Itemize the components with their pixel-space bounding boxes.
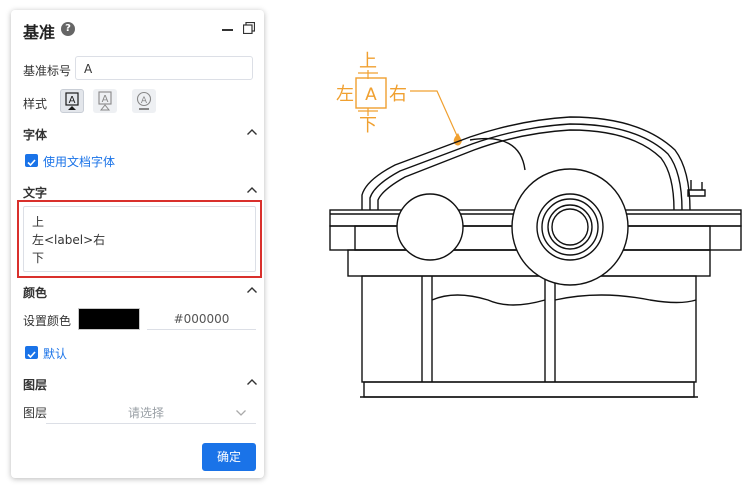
style-label: 样式 [23, 97, 48, 111]
annotation-right-text: 右 [389, 84, 407, 105]
text-line-bottom: 下 [32, 251, 45, 265]
use-doc-font-label[interactable]: 使用文档字体 [43, 153, 115, 170]
color-hex-input[interactable]: #000000 [147, 308, 256, 330]
svg-text:A: A [141, 96, 148, 106]
text-section-title: 文字 [23, 186, 48, 200]
datum-panel: 基准 ? 基准标号 A 样式 A A A 字体 使用文档字体 文字 上 左<la… [11, 10, 264, 478]
datum-boxed-icon: A [65, 92, 79, 110]
datum-circle-icon: A [136, 91, 152, 110]
annotation-top-text: 上 [359, 51, 377, 72]
datum-label: 基准标号 [23, 64, 72, 78]
default-color-checkbox[interactable] [25, 346, 38, 359]
svg-text:A: A [69, 95, 76, 106]
help-icon[interactable]: ? [61, 22, 75, 36]
annotation-label-text: A [365, 85, 377, 105]
style-circle-button[interactable]: A [132, 89, 156, 113]
text-line-top: 上 [32, 215, 45, 229]
text-area[interactable]: 上 左<label>右 下 [23, 206, 256, 272]
chevron-up-icon[interactable] [246, 286, 258, 294]
ok-button[interactable]: 确定 [202, 443, 256, 471]
chevron-up-icon[interactable] [246, 186, 258, 194]
font-section-title: 字体 [23, 128, 48, 142]
layer-select[interactable]: 请选择 [46, 402, 256, 424]
layer-label: 图层 [23, 406, 48, 420]
gearbox-drawing [329, 116, 742, 398]
restore-icon[interactable] [243, 22, 255, 34]
chevron-down-icon [236, 410, 246, 416]
datum-triangle-icon: A [98, 91, 112, 111]
color-swatch[interactable] [78, 308, 140, 330]
color-section-title: 颜色 [23, 286, 48, 300]
minimize-icon[interactable] [222, 29, 233, 31]
set-color-label: 设置颜色 [23, 314, 72, 328]
chevron-up-icon[interactable] [246, 128, 258, 136]
datum-input[interactable]: A [75, 56, 253, 80]
svg-text:A: A [102, 94, 109, 105]
annotation-bottom-text: 下 [359, 115, 377, 136]
use-doc-font-checkbox[interactable] [25, 154, 38, 167]
check-icon [27, 159, 36, 167]
datum-annotation: 上 左 A 右 下 [336, 51, 462, 146]
check-icon [27, 351, 36, 359]
chevron-up-icon[interactable] [246, 378, 258, 386]
style-boxed-button[interactable]: A [60, 89, 84, 113]
cad-drawing: 上 左 A 右 下 [329, 51, 742, 398]
layer-placeholder: 请选择 [128, 406, 165, 420]
text-line-middle: 左<label>右 [32, 233, 106, 247]
style-triangle-button[interactable]: A [93, 89, 117, 113]
panel-title: 基准 [23, 23, 56, 42]
layer-section-title: 图层 [23, 378, 48, 392]
default-color-label[interactable]: 默认 [43, 345, 67, 362]
annotation-left-text: 左 [336, 84, 354, 105]
